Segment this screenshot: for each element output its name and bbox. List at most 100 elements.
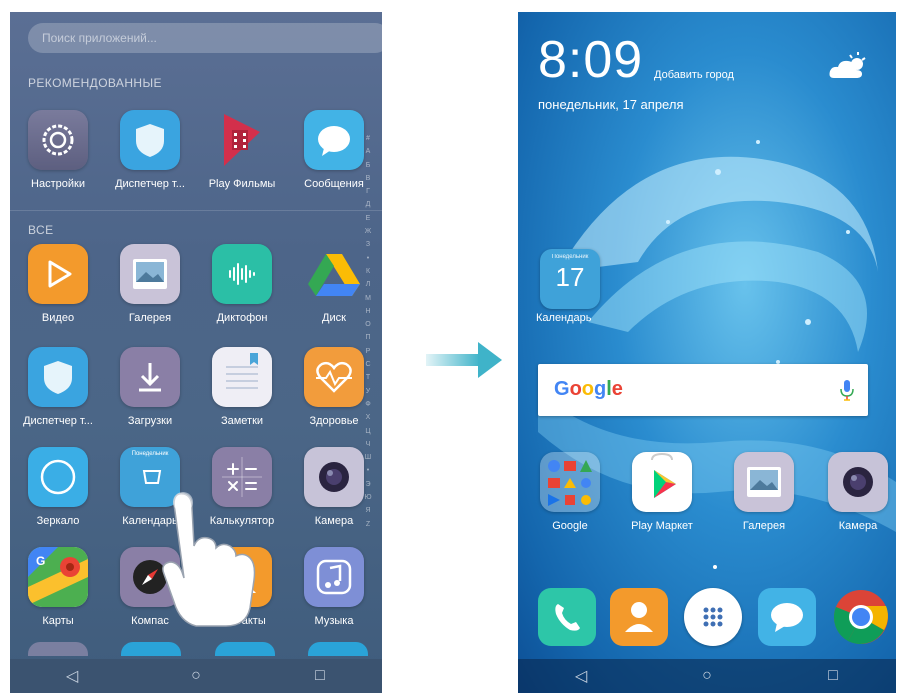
alphabet-letter[interactable]: Ж	[362, 225, 374, 238]
chrome-dock-item[interactable]	[832, 588, 890, 646]
music-icon	[304, 547, 364, 607]
alphabet-letter[interactable]: Р	[362, 345, 374, 358]
alphabet-letter[interactable]: Н	[362, 305, 374, 318]
messages-dock-item[interactable]	[758, 588, 816, 646]
maps-icon: G	[28, 547, 88, 607]
app-downloads[interactable]: Загрузки	[106, 347, 194, 427]
section-divider	[10, 210, 382, 211]
back-button[interactable]: ◁	[57, 666, 87, 686]
clock-time[interactable]: 8:09	[538, 30, 643, 90]
alphabet-letter[interactable]: Т	[362, 371, 374, 384]
alphabet-letter[interactable]: Ч	[362, 438, 374, 451]
alphabet-letter[interactable]: •	[362, 252, 374, 265]
app-play-movies[interactable]: Play Фильмы	[198, 110, 286, 190]
notes-icon	[212, 347, 272, 407]
alphabet-letter[interactable]: Г	[362, 185, 374, 198]
alphabet-letter[interactable]: У	[362, 385, 374, 398]
alphabet-letter[interactable]: Б	[362, 159, 374, 172]
contacts-dock-item[interactable]	[610, 588, 668, 646]
alphabet-letter[interactable]: К	[362, 265, 374, 278]
back-button[interactable]: ◁	[566, 666, 596, 686]
gallery[interactable]: Галерея	[720, 452, 808, 532]
app-label: Google	[552, 520, 588, 532]
app-video[interactable]: Видео	[14, 244, 102, 324]
play-movies-icon	[212, 110, 272, 170]
google-search-bar[interactable]: Google	[538, 364, 868, 416]
alphabet-letter[interactable]: Э	[362, 478, 374, 491]
settings-icon	[28, 110, 88, 170]
app-recorder[interactable]: Диктофон	[198, 244, 286, 324]
app-notes[interactable]: Заметки	[198, 347, 286, 427]
app-label: Галерея	[742, 520, 786, 532]
google-logo-letter: G	[554, 378, 570, 400]
shield-icon	[120, 110, 180, 170]
phone-dock-item[interactable]	[538, 588, 596, 646]
app-label: Настройки	[31, 178, 85, 190]
page-dot-active	[713, 565, 717, 569]
calendar-icon-caption: Понедельник	[131, 451, 169, 457]
alphabet-letter[interactable]: А	[362, 145, 374, 158]
app-phone-manager-2[interactable]: Диспетчер т...	[14, 347, 102, 427]
alphabet-letter[interactable]: Е	[362, 212, 374, 225]
recommended-section-label: РЕКОМЕНДОВАННЫЕ	[28, 76, 162, 90]
health-icon	[304, 347, 364, 407]
app-label: Диспетчер т...	[115, 178, 185, 190]
app-label: Зеркало	[36, 515, 80, 527]
google-logo-letter: e	[611, 378, 623, 400]
app-gallery[interactable]: Галерея	[106, 244, 194, 324]
app-label: Музыка	[314, 615, 354, 627]
app-settings[interactable]: Настройки	[14, 110, 102, 190]
play-store-icon	[632, 452, 692, 512]
google-logo-letter: o	[569, 378, 582, 400]
play-store[interactable]: Play Маркет	[618, 452, 706, 532]
home-button[interactable]: ○	[692, 667, 722, 685]
google-folder[interactable]: Google	[526, 452, 614, 532]
recent-apps-button[interactable]: □	[818, 667, 848, 685]
downloads-icon	[120, 347, 180, 407]
app-drawer-icon	[703, 607, 723, 627]
alphabet-letter[interactable]: З	[362, 238, 374, 251]
alphabet-letter[interactable]: Ш	[362, 451, 374, 464]
google-logo-letter: g	[594, 378, 607, 400]
app-mirror[interactable]: Зеркало	[14, 447, 102, 527]
app-search-input[interactable]: Поиск приложений...	[28, 23, 382, 53]
app-music[interactable]: Музыка	[290, 547, 378, 627]
camera[interactable]: Камера	[814, 452, 896, 532]
calendar-widget[interactable]: Понедельник 17	[540, 249, 600, 309]
alphabet-letter[interactable]: Л	[362, 278, 374, 291]
contacts-icon	[610, 588, 668, 646]
alphabet-letter[interactable]: Ю	[362, 491, 374, 504]
alphabet-letter[interactable]: Ц	[362, 425, 374, 438]
alphabet-letter[interactable]: П	[362, 331, 374, 344]
partly-cloudy-icon[interactable]	[828, 50, 868, 80]
messages-icon	[758, 588, 816, 646]
google-folder-icon	[540, 452, 600, 512]
alphabet-letter[interactable]: #	[362, 132, 374, 145]
home-button[interactable]: ○	[181, 667, 211, 685]
alphabet-letter[interactable]: Ф	[362, 398, 374, 411]
google-logo: Google	[554, 378, 623, 401]
calendar-day-name: Понедельник	[551, 254, 589, 260]
alphabet-letter[interactable]: М	[362, 292, 374, 305]
alphabet-letter[interactable]: Я	[362, 504, 374, 517]
shield-icon	[28, 347, 88, 407]
microphone-icon[interactable]	[840, 379, 854, 401]
alphabet-letter[interactable]: В	[362, 172, 374, 185]
calendar-widget-label: Календарь	[536, 312, 592, 324]
app-phone-manager[interactable]: Диспетчер т...	[106, 110, 194, 190]
alphabet-letter[interactable]: О	[362, 318, 374, 331]
tap-gesture-hand-icon	[162, 492, 256, 627]
alphabet-letter[interactable]: Z	[362, 518, 374, 531]
app-label: Play Маркет	[631, 520, 693, 532]
alphabet-letter[interactable]: Д	[362, 198, 374, 211]
alphabet-letter[interactable]: Х	[362, 411, 374, 424]
alphabet-index[interactable]: # А Б В Г Д Е Ж З • К Л М Н О П Р С Т У Ф Х Ц Ч Ш • Э Ю Я Z	[362, 132, 374, 531]
app-maps[interactable]: G Карты	[14, 547, 102, 627]
recent-apps-button[interactable]: □	[305, 667, 335, 685]
alphabet-letter[interactable]: С	[362, 358, 374, 371]
alphabet-letter[interactable]: •	[362, 464, 374, 477]
partial-row	[28, 642, 368, 656]
add-city-link[interactable]: Добавить город	[654, 69, 734, 81]
app-drawer-button[interactable]	[684, 588, 742, 646]
gallery-icon	[120, 244, 180, 304]
